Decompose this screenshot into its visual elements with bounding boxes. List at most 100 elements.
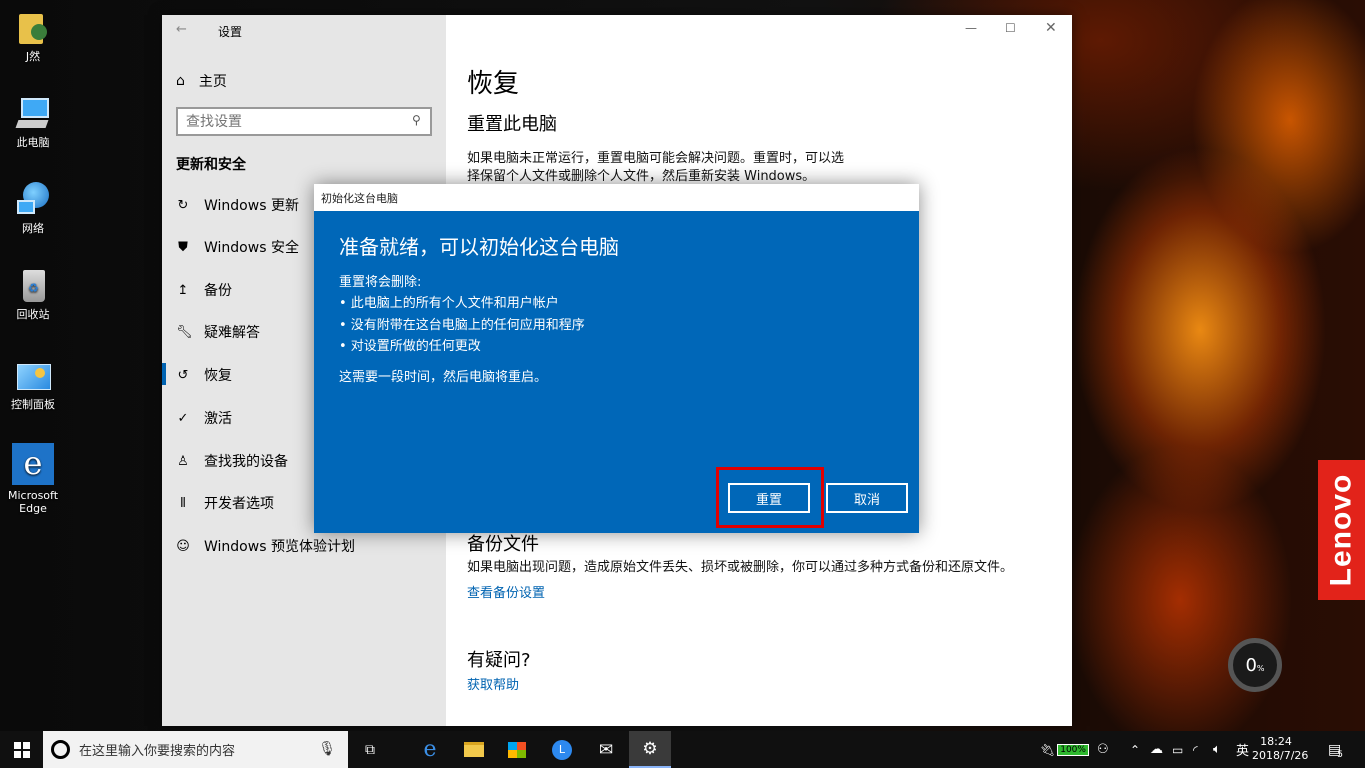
desktop-icon-label: 此电脑 [16,136,50,149]
reset-pc-description-line1: 如果电脑未正常运行，重置电脑可能会解决问题。重置时，可以选 [467,151,845,166]
desktop-icon-label: J然 [25,50,41,63]
battery-indicator[interactable]: 🔌︎ 100% [1040,731,1089,768]
taskbar-search-box[interactable]: 在这里输入你要搜索的内容 🎙︎ [43,731,348,768]
action-center-icon[interactable]: ▤ 5 [1328,731,1343,768]
view-backup-settings-link[interactable]: 查看备份设置 [467,582,545,601]
file-explorer-icon[interactable] [457,731,491,768]
nav-item-label: 恢复 [204,368,232,384]
dialog-heading: 准备就绪，可以初始化这台电脑 [339,235,619,259]
nav-item-developer-options[interactable]: ⫴ 开发者选项 [176,493,274,513]
desktop-icon-this-pc[interactable]: 此电脑 [3,96,63,149]
dialog-note: 这需要一段时间，然后电脑将重启。 [339,370,548,385]
nav-item-label: 开发者选项 [204,496,274,512]
minimize-icon[interactable]: — [965,21,977,35]
control-panel-icon [15,358,51,394]
questions-title: 有疑问? [467,650,531,671]
backup-files-title: 备份文件 [467,534,539,555]
back-arrow-icon[interactable]: ← [176,22,187,37]
nav-item-find-my-device[interactable]: ♙ 查找我的设备 [176,451,288,471]
desktop-icon-control-panel[interactable]: 控制面板 [3,358,63,411]
windows-logo-icon [13,741,30,758]
close-icon[interactable]: ✕ [1045,20,1057,36]
desktop-icon-label: 控制面板 [11,398,55,411]
computer-icon [15,96,51,132]
task-view-icon[interactable]: ⧉ [355,731,385,768]
taskbar-search-placeholder: 在这里输入你要搜索的内容 [79,744,236,759]
nav-item-windows-security[interactable]: ⛊ Windows 安全 [176,237,299,257]
maximize-icon[interactable]: ☐ [1005,21,1016,35]
power-plug-icon: 🔌︎ [1040,742,1056,757]
notification-count: 5 [1337,749,1343,760]
battery-percentage: 100% [1057,743,1089,756]
settings-search-input[interactable] [176,107,432,136]
nav-item-backup[interactable]: ↥ 备份 [176,280,232,300]
dialog-list-item: • 此电脑上的所有个人文件和用户帐户 [339,296,559,311]
insider-cat-icon: ☺ [176,538,190,554]
nav-item-activation[interactable]: ✓ 激活 [176,408,232,428]
check-circle-icon: ✓ [177,410,189,426]
volume-icon[interactable]: 🔈︎ [1213,731,1221,768]
desktop-icon-label: 网络 [22,222,44,235]
desktop-icon-edge[interactable]: e Microsoft Edge [3,443,63,515]
network-globe-icon [15,182,51,218]
taskbar-clock[interactable]: 18:24 2018/7/26 [1252,735,1309,763]
search-icon[interactable]: ⚲ [412,113,421,127]
onedrive-cloud-icon[interactable]: ☁ [1150,731,1163,768]
cancel-button[interactable]: 取消 [826,483,908,513]
developer-sliders-icon: ⫴ [180,495,186,511]
battery-icon[interactable]: ▭ [1172,731,1183,768]
upload-arrow-icon: ↥ [177,282,189,298]
reset-button[interactable]: 重置 [728,483,810,513]
page-title: 恢复 [467,69,520,99]
performance-gauge[interactable]: 0% [1228,638,1282,692]
nav-home-label: 主页 [198,74,227,90]
dialog-intro: 重置将会删除: [339,275,422,290]
ime-indicator[interactable]: 英 [1236,731,1249,768]
settings-taskbar-icon[interactable]: ⚙ [629,731,671,768]
nav-item-label: 备份 [204,283,232,299]
nav-item-windows-update[interactable]: ↻ Windows 更新 [176,195,299,215]
window-title: 设置 [218,25,243,39]
person-location-icon: ♙ [177,453,189,469]
microphone-icon[interactable]: 🎙︎ [318,741,336,757]
user-folder-icon [15,10,51,46]
nav-item-troubleshoot[interactable]: 🔧︎ 疑难解答 [176,322,260,342]
refresh-icon: ↻ [177,197,189,213]
edge-icon: e [12,443,54,485]
desktop-icon-recycle-bin[interactable]: ♻ 回收站 [3,268,63,321]
nav-home[interactable]: ⌂ 主页 [176,71,227,91]
start-button[interactable] [0,731,43,768]
dialog-list-item: • 没有附带在这台电脑上的任何应用和程序 [339,318,585,333]
gauge-unit: % [1256,663,1265,673]
reset-pc-dialog: 初始化这台电脑 准备就绪，可以初始化这台电脑 重置将会删除: • 此电脑上的所有… [314,184,919,533]
people-icon[interactable]: ⚇ [1097,731,1109,768]
cortana-icon [51,740,70,759]
mail-icon[interactable]: ✉ [589,731,623,768]
nav-item-windows-insider[interactable]: ☺ Windows 预览体验计划 [176,536,355,556]
lenovo-logo: Lenovo [1318,460,1365,600]
history-icon: ↺ [177,367,189,383]
edge-taskbar-icon[interactable]: e [413,731,447,768]
get-help-link[interactable]: 获取帮助 [467,674,519,693]
recycle-bin-icon: ♻ [15,268,51,304]
clock-date: 2018/7/26 [1252,749,1309,762]
chevron-up-icon[interactable]: ⌃ [1130,731,1140,768]
nav-item-recovery[interactable]: ↺ 恢复 [176,365,232,385]
store-icon[interactable] [500,731,534,768]
nav-item-label: 查找我的设备 [204,454,288,470]
shield-icon: ⛊ [178,239,188,255]
dialog-title-bar: 初始化这台电脑 [314,184,919,211]
wrench-icon: 🔧︎ [176,324,193,340]
clock-time: 18:24 [1260,735,1292,748]
gauge-value: 0 [1245,654,1257,676]
desktop-icon-network[interactable]: 网络 [3,182,63,235]
desktop-icon-label: 回收站 [16,308,50,321]
wifi-icon[interactable]: ◜ [1193,731,1198,768]
clock-app-icon[interactable]: L [545,731,579,768]
reset-pc-title: 重置此电脑 [467,114,557,135]
dialog-list-item: • 对设置所做的任何更改 [339,339,481,354]
nav-item-label: Windows 预览体验计划 [204,539,355,555]
backup-files-description: 如果电脑出现问题，造成原始文件丢失、损坏或被删除，你可以通过多种方式备份和还原文… [467,560,1014,575]
desktop-icon-user-folder[interactable]: J然 [3,10,63,63]
home-icon: ⌂ [176,73,185,89]
